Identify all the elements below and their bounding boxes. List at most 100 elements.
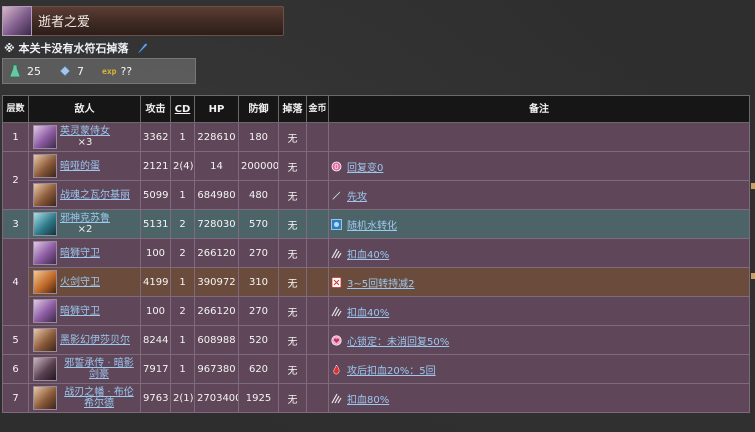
drop-cell: 无: [278, 267, 307, 297]
gold-cell: [306, 325, 329, 355]
table-row: 7 战刃之幡 · 布伦希尔德 9763 2(1) 2703400 1925 无 …: [2, 383, 750, 413]
enemy-portrait[interactable]: [33, 270, 57, 294]
drop-cell: 无: [278, 296, 307, 326]
header-gold: 金币: [306, 95, 329, 123]
enemy-name-link[interactable]: 暗狮守卫: [60, 306, 100, 317]
skill-link[interactable]: 扣血40%: [347, 304, 389, 319]
drop-cell: 无: [278, 238, 307, 268]
note-cell: 3~5回转持减2: [328, 267, 750, 297]
hp-cell: 14: [194, 151, 239, 181]
blood-drain-icon: [333, 364, 340, 374]
first-strike-icon: [331, 189, 342, 200]
gold-cell: [306, 267, 329, 297]
note-cell: [328, 122, 750, 152]
cd-cell: 2(1): [170, 383, 195, 413]
enemy-portrait[interactable]: [33, 125, 57, 149]
table-row: 2 暗哑的蛋 2121 2(4) 14 200000 无 0 回复变0: [2, 151, 750, 210]
crystal-value: 7: [77, 64, 84, 78]
enemy-portrait[interactable]: [33, 183, 57, 207]
enemy-name-link[interactable]: 暗哑的蛋: [60, 161, 100, 172]
note-cell: 扣血80%: [328, 383, 750, 413]
table-row: 火剑守卫 4199 1 390972 310 无 3~5回转持减2: [3, 267, 750, 297]
skill-link[interactable]: 心锁定：未消回复50%: [347, 333, 449, 348]
heal-zero-icon: 0: [331, 161, 342, 171]
stamina-cost: 25: [9, 64, 41, 78]
water-convert-icon: [331, 218, 342, 230]
enemy-portrait[interactable]: [33, 299, 57, 323]
skill-link[interactable]: 随机水转化: [347, 217, 397, 232]
table-row: 4 暗狮守卫 100 2 266120 270 无 扣血40%: [2, 238, 750, 326]
enemy-name-link[interactable]: 暗狮守卫: [60, 248, 100, 259]
stamina-value: 25: [27, 64, 41, 78]
hp-cell: 684980: [194, 180, 239, 210]
cd-cell: 2: [170, 238, 195, 268]
skill-link[interactable]: 回复变0: [347, 159, 383, 174]
defense-cell: 520: [238, 325, 279, 355]
enemy-portrait[interactable]: [33, 154, 57, 178]
drop-cell: 无: [278, 151, 307, 181]
table-row: 暗狮守卫 100 2 266120 270 无 扣血40%: [3, 296, 750, 326]
floor-cell: 3: [2, 209, 29, 239]
exp-value: ??: [120, 64, 133, 78]
header-floor: 层数: [2, 95, 29, 123]
cd-cell: 1: [170, 180, 195, 210]
enemy-count: ×2: [77, 224, 93, 235]
drop-cell: 无: [278, 209, 307, 239]
skill-link[interactable]: 攻后扣血20%：5回: [347, 362, 436, 377]
gold-cell: [306, 122, 329, 152]
exp-icon: exp: [102, 66, 117, 76]
defense-cell: 270: [238, 238, 279, 268]
hp-cell: 967380: [194, 354, 239, 384]
enemy-portrait[interactable]: [33, 357, 57, 381]
attack-cell: 7917: [140, 354, 171, 384]
feather-icon: [138, 43, 148, 54]
enemy-cell: 暗狮守卫: [28, 296, 141, 326]
defense-cell: 480: [238, 180, 279, 210]
drop-cell: 无: [278, 354, 307, 384]
enemy-portrait[interactable]: [33, 241, 57, 265]
skill-link[interactable]: 扣血80%: [347, 391, 389, 406]
floor-cell: 6: [2, 354, 29, 384]
attack-cell: 100: [140, 238, 171, 268]
attack-cell: 100: [140, 296, 171, 326]
defense-cell: 620: [238, 354, 279, 384]
enemy-name-link[interactable]: 黑影幻伊莎贝尔: [60, 335, 130, 346]
enemy-name-link[interactable]: 战刃之幡 · 布伦希尔德: [60, 387, 138, 409]
enemy-name-link[interactable]: 邪神克苏鲁: [60, 213, 110, 224]
enemy-cell: 黑影幻伊莎贝尔: [28, 325, 141, 355]
cd-cell: 2(4): [170, 151, 195, 181]
floor-cell: 2: [2, 151, 29, 210]
table-row: 战魂之瓦尔基丽 5099 1 684980 480 无 先攻: [3, 180, 750, 210]
enemy-portrait[interactable]: [33, 212, 57, 236]
gold-cell: [306, 180, 329, 210]
header-enemy: 敌人: [28, 95, 141, 123]
gold-cell: [306, 151, 329, 181]
table-row: 1 英灵蒙侍女 ×3 3362 1 228610 180 无: [2, 122, 750, 152]
enemy-name-link[interactable]: 战魂之瓦尔基丽: [60, 190, 130, 201]
enemy-cell: 火剑守卫: [28, 267, 141, 297]
cd-cell: 1: [170, 325, 195, 355]
gold-cell: [306, 383, 329, 413]
enemy-portrait[interactable]: [33, 328, 57, 352]
drop-cell: 无: [278, 122, 307, 152]
table-row: 3 邪神克苏鲁 ×2 5131 2 728030 570 无 随机水转化: [2, 209, 750, 239]
skill-link[interactable]: 扣血40%: [347, 246, 389, 261]
header-attack: 攻击: [140, 95, 171, 123]
enemy-name-link[interactable]: 邪誓承传 · 暗影剑豪: [60, 358, 138, 380]
floor-cell: 5: [2, 325, 29, 355]
hp-cell: 608988: [194, 325, 239, 355]
drop-cell: 无: [278, 180, 307, 210]
floor-cell: 4: [2, 238, 29, 326]
cd-cell: 2: [170, 209, 195, 239]
header-hp: HP: [194, 95, 239, 123]
hp-cell: 266120: [194, 296, 239, 326]
attack-cell: 8244: [140, 325, 171, 355]
skill-link[interactable]: 3~5回转持减2: [347, 275, 414, 290]
table-row: 5 黑影幻伊莎贝尔 8244 1 608988 520 无 心锁定：未消回复50…: [2, 325, 750, 355]
enemy-portrait[interactable]: [33, 386, 57, 410]
skill-link[interactable]: 先攻: [347, 188, 367, 203]
defense-cell: 310: [238, 267, 279, 297]
enemy-name-link[interactable]: 英灵蒙侍女: [60, 126, 110, 137]
defense-cell: 270: [238, 296, 279, 326]
enemy-name-link[interactable]: 火剑守卫: [60, 277, 100, 288]
